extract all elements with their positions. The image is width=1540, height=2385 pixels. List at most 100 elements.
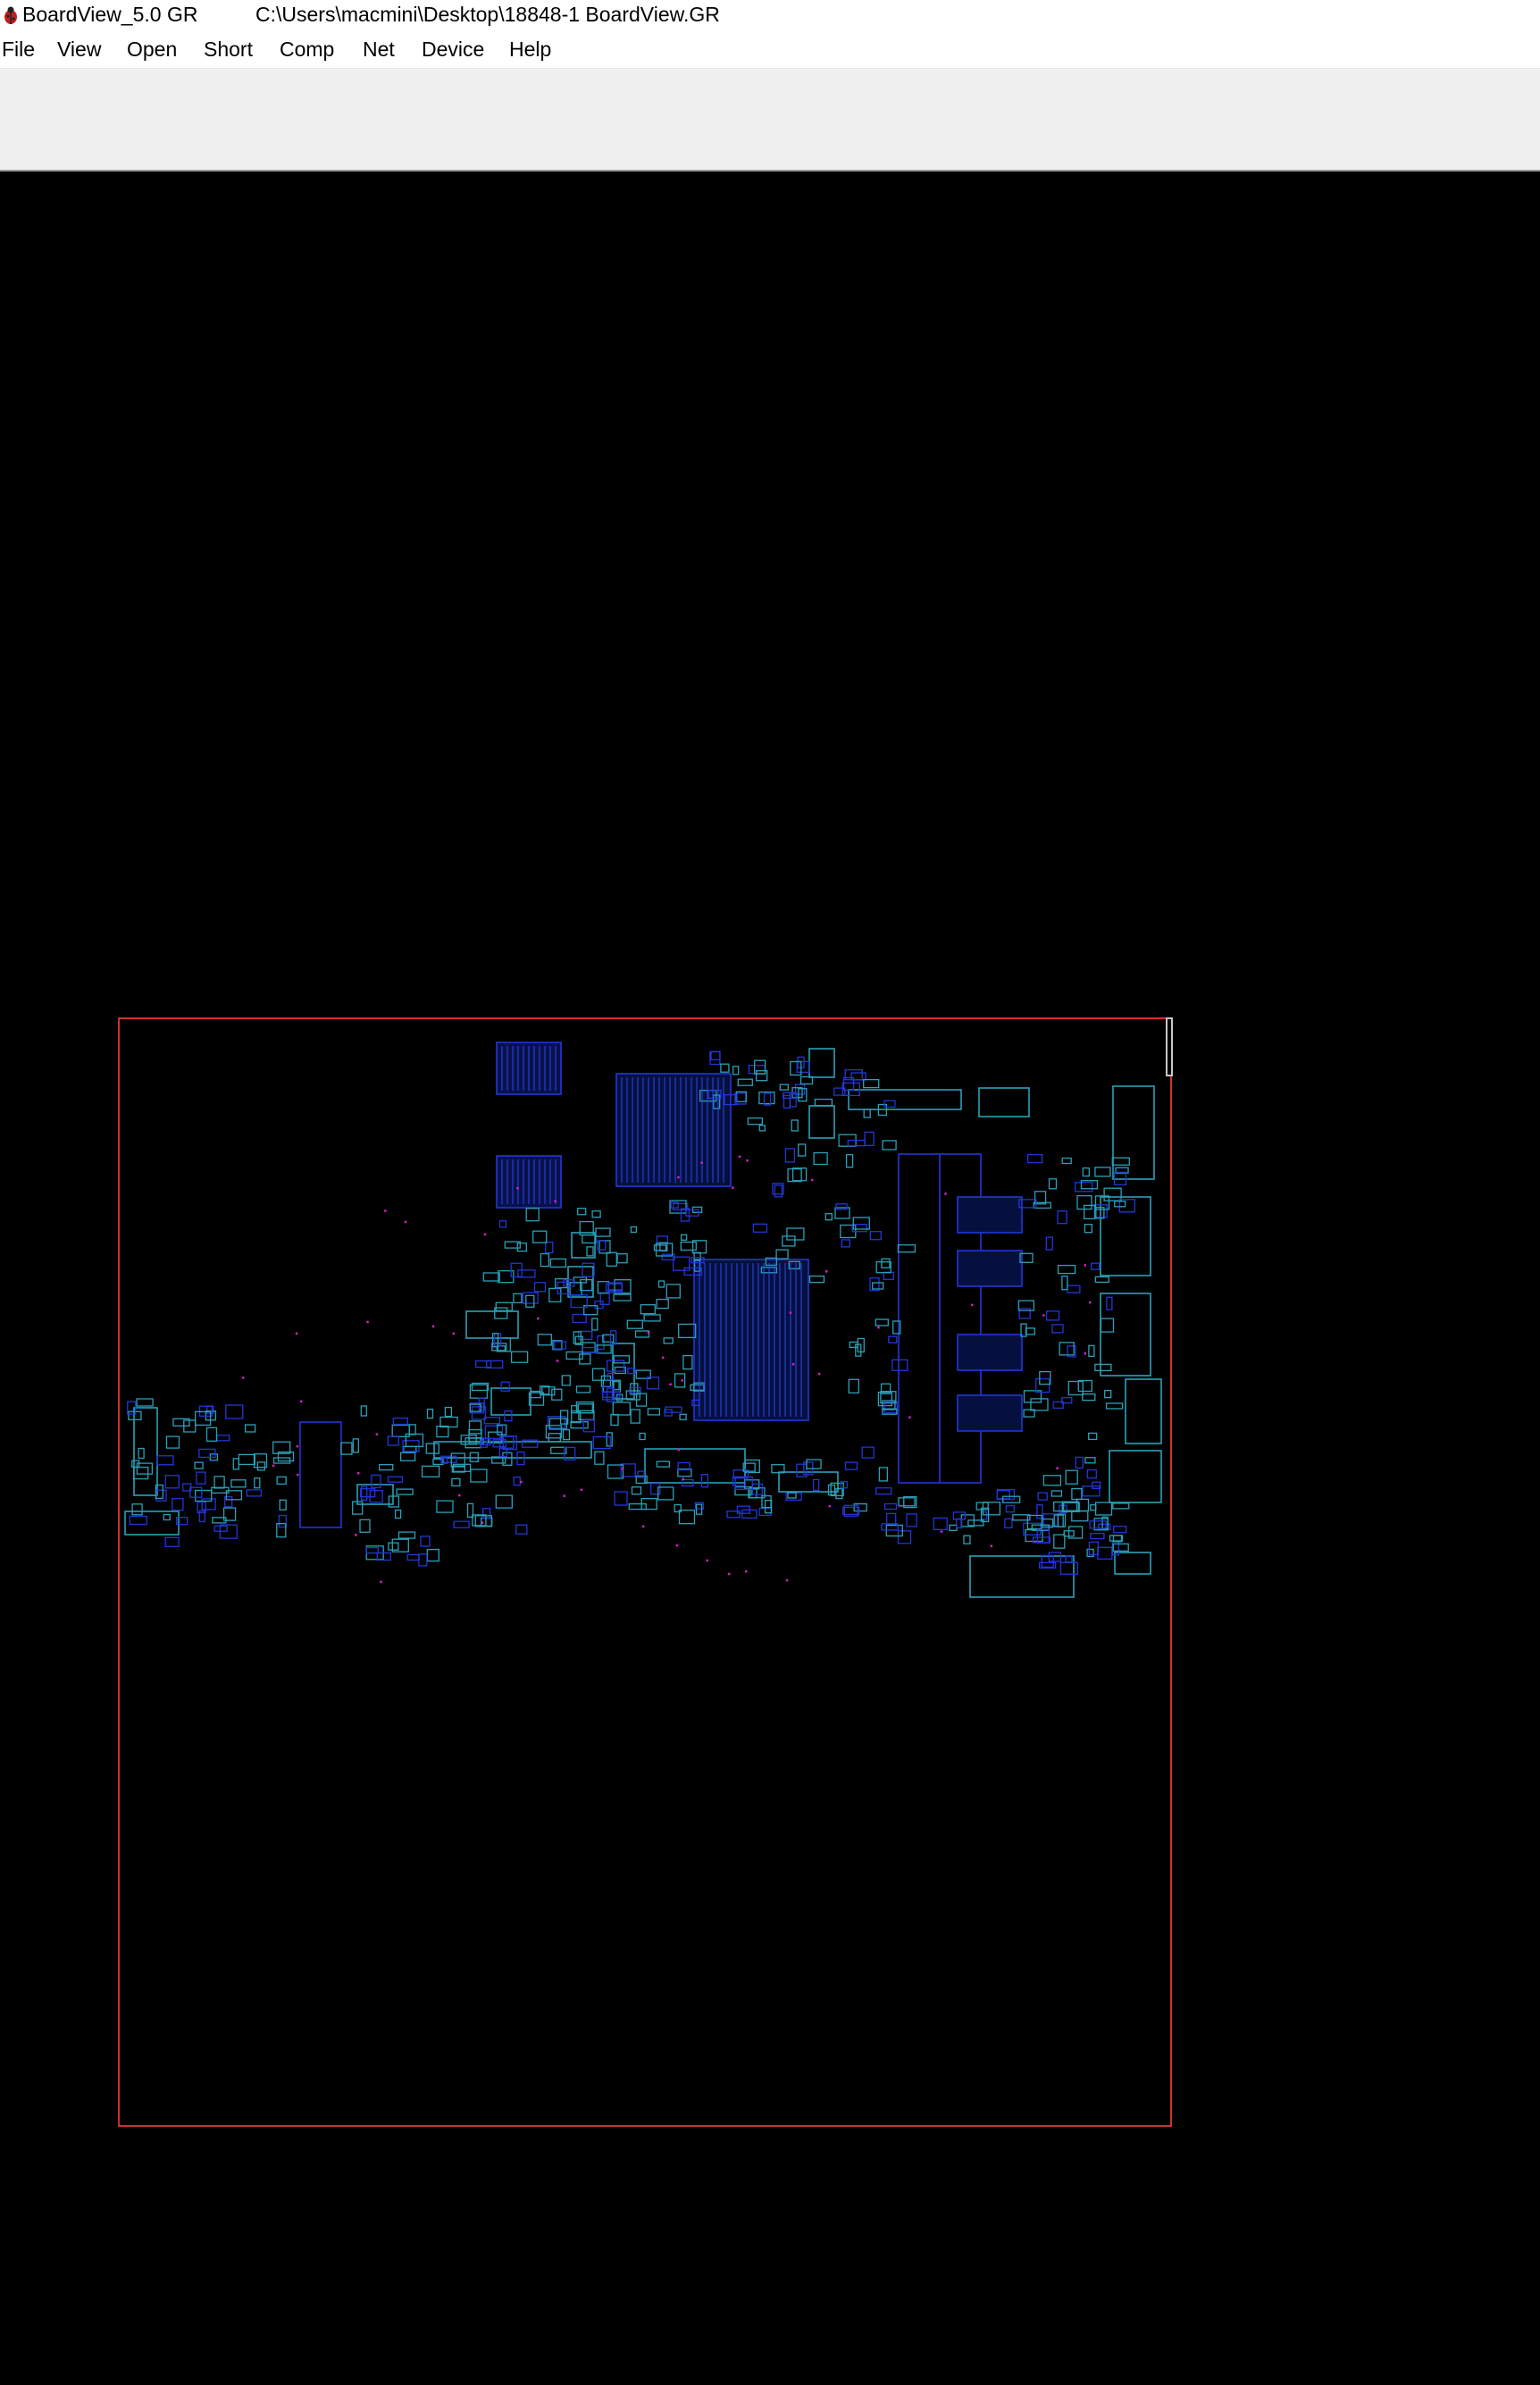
smd-part (1104, 1389, 1112, 1399)
smd-part (875, 1318, 889, 1326)
board-canvas[interactable] (0, 172, 1540, 2385)
smd-part (591, 1368, 606, 1381)
smd-part (360, 1488, 376, 1498)
smd-part (1088, 1432, 1098, 1441)
smd-part (835, 1487, 843, 1500)
smd-part (1080, 1180, 1099, 1190)
smd-part (532, 1230, 548, 1243)
smd-part (1094, 1502, 1113, 1516)
smd-part (674, 1373, 686, 1388)
smd-part (565, 1351, 583, 1360)
smd-part (1086, 1548, 1094, 1558)
smd-part (628, 1502, 647, 1510)
test-point (1084, 1264, 1086, 1267)
smd-part (841, 1239, 850, 1248)
smd-part (640, 1304, 656, 1315)
smd-part (616, 1253, 628, 1264)
smd-part (387, 1476, 404, 1483)
smd-part (1065, 1469, 1078, 1485)
board-view[interactable] (0, 172, 1540, 2385)
menu-view[interactable]: View (55, 38, 103, 62)
title-bar: BoardView_5.0 GR C:\Users\macmini\Deskto… (0, 0, 1540, 30)
smd-part (606, 1432, 613, 1447)
smd-part (808, 1275, 825, 1284)
menu-open[interactable]: Open (125, 38, 179, 62)
smd-part (847, 1139, 866, 1147)
smd-part (398, 1531, 416, 1539)
smd-part (787, 1167, 802, 1183)
test-point (828, 1504, 832, 1508)
connector-bottom (969, 1555, 1075, 1598)
smd-part (949, 1524, 958, 1532)
chip-gpu (693, 1259, 809, 1421)
smd-part (680, 1234, 688, 1241)
menu-help[interactable]: Help (507, 38, 553, 62)
smd-part (553, 1341, 567, 1350)
test-point (375, 1433, 379, 1435)
smd-part (682, 1354, 693, 1370)
connector-l11 (571, 1232, 596, 1259)
smd-part (1065, 1555, 1073, 1563)
smd-part (379, 1463, 394, 1471)
menu-comp[interactable]: Comp (278, 38, 336, 62)
smd-part (359, 1519, 371, 1533)
smd-part (238, 1453, 255, 1466)
test-point (563, 1494, 565, 1497)
smd-part (138, 1447, 145, 1460)
smd-part (516, 1243, 527, 1252)
smd-part (1106, 1296, 1113, 1310)
smd-part (276, 1476, 287, 1485)
smd-part (1059, 1561, 1079, 1575)
smd-part (897, 1244, 916, 1253)
scroll-marker[interactable] (1166, 1017, 1173, 1076)
smd-part (883, 1100, 896, 1108)
menu-short[interactable]: Short (202, 38, 255, 62)
smd-part (1057, 1264, 1076, 1275)
menu-file[interactable]: File (0, 38, 37, 62)
test-point (791, 1363, 795, 1366)
menu-net[interactable]: Net (361, 38, 397, 62)
smd-part (388, 1542, 399, 1551)
connector-l8 (808, 1105, 835, 1139)
smd-part (230, 1479, 247, 1488)
smd-part (782, 1235, 796, 1247)
smd-part (483, 1417, 501, 1425)
connector-r2 (1100, 1196, 1151, 1276)
smd-part (656, 1235, 669, 1243)
smd-part (468, 1420, 482, 1435)
smd-part (1039, 1370, 1051, 1385)
smd-part (436, 1500, 454, 1513)
smd-part (1111, 1157, 1130, 1166)
smd-part (646, 1377, 660, 1390)
smd-part (906, 1513, 917, 1527)
smd-part (1045, 1310, 1060, 1321)
smd-part (864, 1131, 875, 1147)
connector-r4 (1125, 1378, 1162, 1444)
smd-part (748, 1065, 766, 1075)
smd-part (548, 1287, 562, 1303)
smd-part (388, 1495, 400, 1508)
smd-part (232, 1458, 239, 1470)
test-point (677, 1176, 680, 1179)
smd-part (213, 1525, 228, 1532)
smd-part (256, 1461, 266, 1471)
smd-part (1057, 1210, 1067, 1225)
menu-device[interactable]: Device (420, 38, 486, 62)
smd-part (891, 1359, 908, 1371)
test-point (556, 1360, 559, 1362)
smd-part (522, 1292, 539, 1304)
smd-part (1082, 1485, 1101, 1497)
beetle-icon (4, 6, 17, 24)
test-point (520, 1480, 523, 1484)
smd-part (470, 1469, 488, 1483)
test-point (516, 1187, 519, 1190)
smd-part (848, 1378, 859, 1393)
smd-part (582, 1234, 597, 1244)
smd-part (791, 1167, 808, 1182)
smd-part (878, 1467, 889, 1482)
smd-part (612, 1402, 631, 1416)
smd-part (575, 1385, 591, 1393)
smd-part (1082, 1393, 1096, 1402)
smd-part (201, 1498, 216, 1510)
smd-part (1088, 1344, 1095, 1358)
